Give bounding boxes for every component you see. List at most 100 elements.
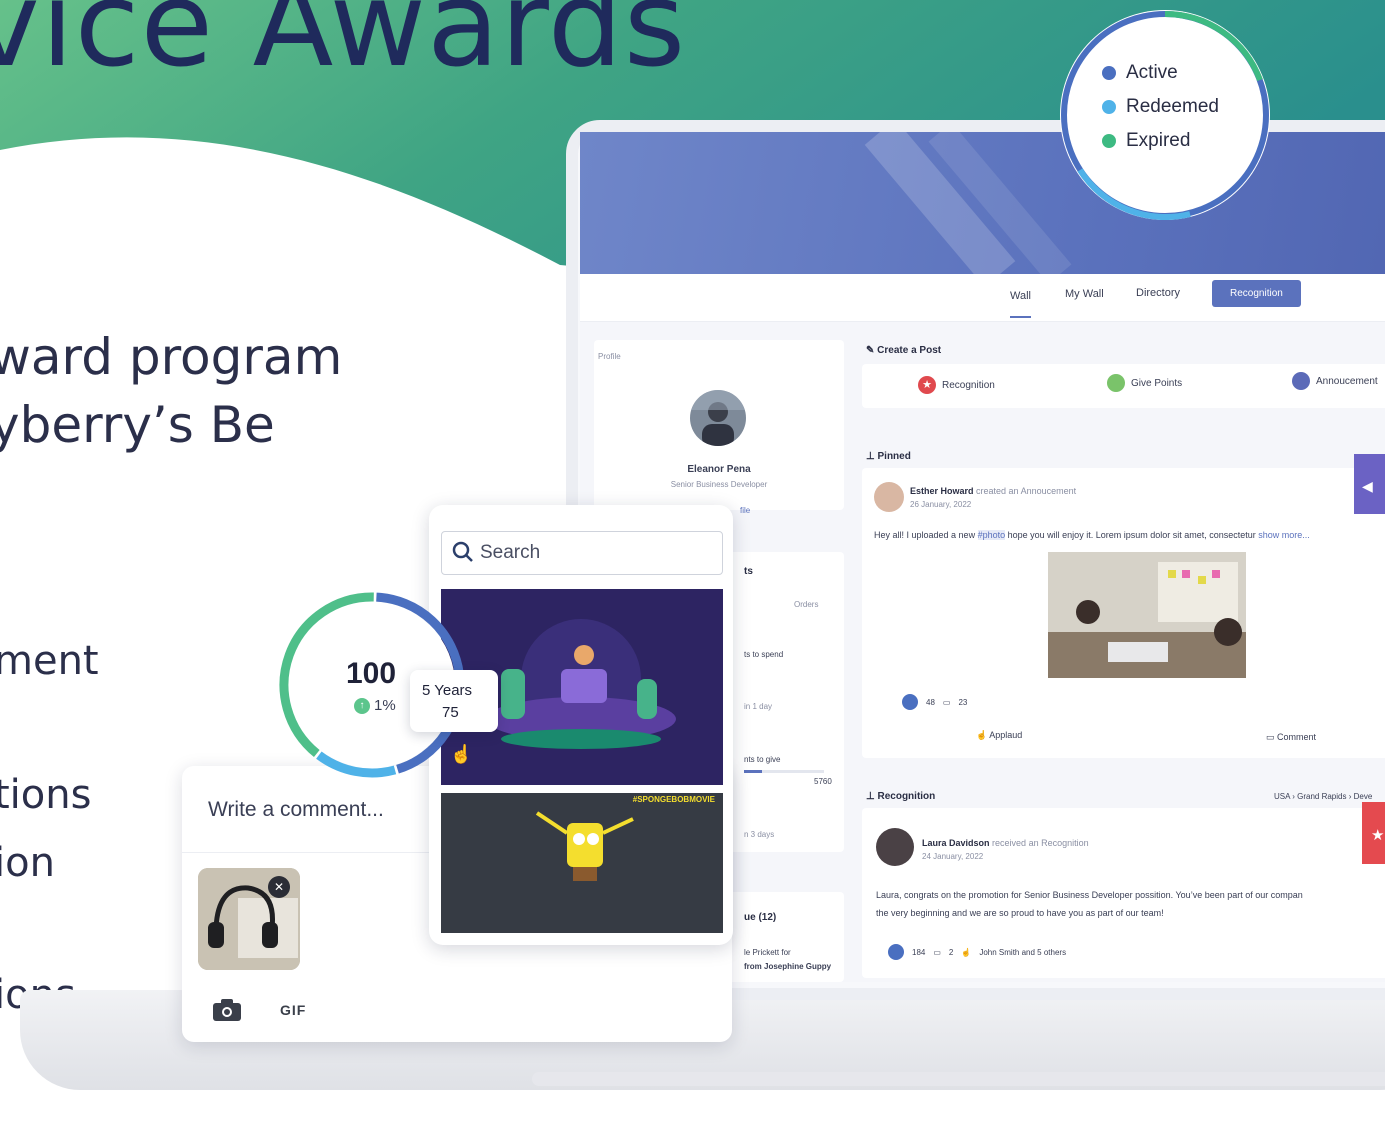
profile-role: Senior Business Developer bbox=[670, 480, 768, 489]
feature-text-2: tions bbox=[0, 772, 92, 818]
recognition-header: ⊥ Recognition bbox=[866, 786, 935, 804]
profile-avatar[interactable] bbox=[690, 390, 746, 446]
comment-count: 23 bbox=[958, 697, 968, 707]
points-to-give: nts to give bbox=[744, 755, 781, 764]
recognition-ribbon: ★ bbox=[1362, 802, 1385, 864]
profile-name: Eleanor Pena bbox=[687, 464, 751, 475]
comment-button[interactable]: ▭ Comment bbox=[1266, 732, 1316, 743]
tab-recognition-button[interactable]: Recognition bbox=[1212, 280, 1301, 307]
gif-result-2[interactable]: #SPONGEBOBMOVIE bbox=[441, 793, 723, 933]
recipient-avatar[interactable] bbox=[876, 828, 914, 866]
legend-item-expired[interactable]: Expired bbox=[1102, 130, 1219, 152]
comment-input[interactable]: Write a comment... bbox=[208, 798, 384, 822]
search-placeholder: Search bbox=[480, 542, 541, 563]
gif-search-input[interactable]: Search bbox=[441, 531, 723, 575]
close-icon[interactable]: ✕ bbox=[268, 876, 290, 898]
legend-list: Active Redeemed Expired bbox=[1102, 62, 1219, 152]
post-text-start: Hey all! I uploaded a new bbox=[874, 530, 976, 540]
create-recognition-option[interactable]: ★ Recognition bbox=[918, 376, 995, 394]
post-author[interactable]: Esther Howard bbox=[910, 486, 974, 496]
main-nav: Wall My Wall Directory Recognition bbox=[580, 274, 1385, 322]
applaud-label: Applaud bbox=[989, 730, 1023, 740]
star-ribbon-icon: ★ bbox=[1371, 827, 1385, 844]
pinned-post-card: Esther Howard created an Annoucement 26 … bbox=[862, 454, 1385, 758]
recognition-date: 24 January, 2022 bbox=[922, 852, 984, 861]
reaction-icon bbox=[888, 944, 904, 960]
tab-directory[interactable]: Directory bbox=[1136, 287, 1180, 299]
points-title: ts bbox=[744, 566, 753, 577]
post-hashtag[interactable]: #photo bbox=[977, 530, 1006, 540]
applaud-button[interactable]: ☝ Applaud bbox=[976, 730, 1022, 741]
applaud-icon: ☝ bbox=[976, 730, 990, 740]
comment-label: Comment bbox=[1277, 732, 1317, 742]
announcement-ribbon: ◀ bbox=[1354, 454, 1385, 514]
tooltip-label: 5 Years bbox=[422, 682, 473, 699]
create-post-title: Create a Post bbox=[877, 345, 942, 356]
post-image[interactable] bbox=[1048, 552, 1246, 678]
points-to-spend: ts to spend bbox=[744, 650, 784, 659]
recognition-author-line: Laura Davidson received an Recognition bbox=[922, 838, 1089, 848]
recognition-text-2: the very beginning and we are so proud t… bbox=[876, 908, 1164, 918]
post-date: 26 January, 2022 bbox=[910, 500, 972, 509]
orders-label: Orders bbox=[794, 600, 819, 609]
tab-wall[interactable]: Wall bbox=[1010, 290, 1031, 318]
profile-card: Profile Eleanor Pena Senior Business Dev… bbox=[594, 340, 844, 515]
gif-caption: #SPONGEBOBMOVIE bbox=[632, 795, 715, 804]
star-icon: ★ bbox=[918, 376, 936, 394]
search-icon bbox=[452, 541, 474, 569]
laptop-hinge bbox=[532, 1072, 1385, 1086]
arrow-up-icon: ↑ bbox=[354, 697, 370, 714]
legend-item-redeemed[interactable]: Redeemed bbox=[1102, 96, 1219, 118]
post-text-end: hope you will enjoy it. Lorem ipsum dolo… bbox=[1007, 530, 1256, 540]
post-action: created an Annoucement bbox=[976, 486, 1077, 496]
legend-card: Active Redeemed Expired bbox=[1060, 10, 1270, 220]
reaction-icon bbox=[902, 694, 918, 710]
points-expire-3days: n 3 days bbox=[744, 830, 775, 839]
pencil-icon: ✎ bbox=[866, 345, 878, 356]
legend-label: Active bbox=[1126, 62, 1178, 83]
profile-link[interactable]: file bbox=[740, 506, 750, 515]
gif-button[interactable]: GIF bbox=[280, 1002, 306, 1018]
applaud-icon: ☝ bbox=[961, 947, 972, 957]
recognition-breadcrumb[interactable]: USA › Grand Rapids › Deve bbox=[1274, 792, 1372, 801]
create-give-points-option[interactable]: Give Points bbox=[1107, 374, 1182, 392]
recognition-stats: 184 ▭ 2 ☝ John Smith and 5 others bbox=[888, 944, 1066, 960]
feature-text-3: ion bbox=[0, 840, 55, 886]
comment-icon: ▭ bbox=[942, 697, 951, 707]
author-avatar[interactable] bbox=[874, 482, 904, 512]
recognition-title: Recognition bbox=[877, 791, 936, 802]
recognition-author[interactable]: Laura Davidson bbox=[922, 838, 990, 848]
points-icon bbox=[1107, 374, 1125, 392]
legend-label: Expired bbox=[1126, 130, 1191, 151]
create-post-card: ★ Recognition Give Points Annoucement bbox=[862, 364, 1385, 408]
legend-dot bbox=[1102, 66, 1116, 80]
show-more-link[interactable]: show more... bbox=[1258, 530, 1310, 540]
queue-line-1: le Prickett for bbox=[744, 948, 791, 957]
megaphone-icon bbox=[1292, 372, 1310, 390]
points-expire-1day: in 1 day bbox=[744, 702, 773, 711]
comment-icon-2: ▭ bbox=[1266, 732, 1278, 742]
create-recognition-label: Recognition bbox=[942, 379, 995, 391]
create-give-points-label: Give Points bbox=[1131, 377, 1183, 389]
pinned-title: Pinned bbox=[877, 451, 911, 462]
profile-section-label: Profile bbox=[598, 352, 621, 361]
hero-subtitle-line-1: ward program bbox=[0, 328, 343, 386]
create-announcement-option[interactable]: Annoucement bbox=[1292, 372, 1378, 390]
trophy-icon: ⊥ bbox=[866, 791, 878, 802]
reaction-count: 48 bbox=[926, 697, 935, 707]
post-text: Hey all! I uploaded a new #photo hope yo… bbox=[874, 530, 1310, 540]
donut-tooltip: 5 Years 75 bbox=[410, 670, 498, 732]
applauders-text[interactable]: John Smith and 5 others bbox=[979, 948, 1066, 957]
recognition-action: received an Recognition bbox=[992, 838, 1089, 848]
legend-item-active[interactable]: Active bbox=[1102, 62, 1219, 84]
tab-my-wall[interactable]: My Wall bbox=[1065, 288, 1104, 300]
points-progress bbox=[744, 770, 824, 773]
donut-center-value: 100 bbox=[346, 657, 397, 690]
recognition-text-1: Laura, congrats on the promotion for Sen… bbox=[876, 890, 1303, 900]
donut-change: ↑ 1% bbox=[354, 697, 396, 714]
hand-cursor-icon: ☝ bbox=[450, 744, 473, 764]
donut-change-value: 1% bbox=[374, 697, 396, 714]
tooltip-value: 75 bbox=[442, 704, 459, 721]
legend-dot bbox=[1102, 100, 1116, 114]
camera-icon[interactable] bbox=[212, 998, 242, 1021]
